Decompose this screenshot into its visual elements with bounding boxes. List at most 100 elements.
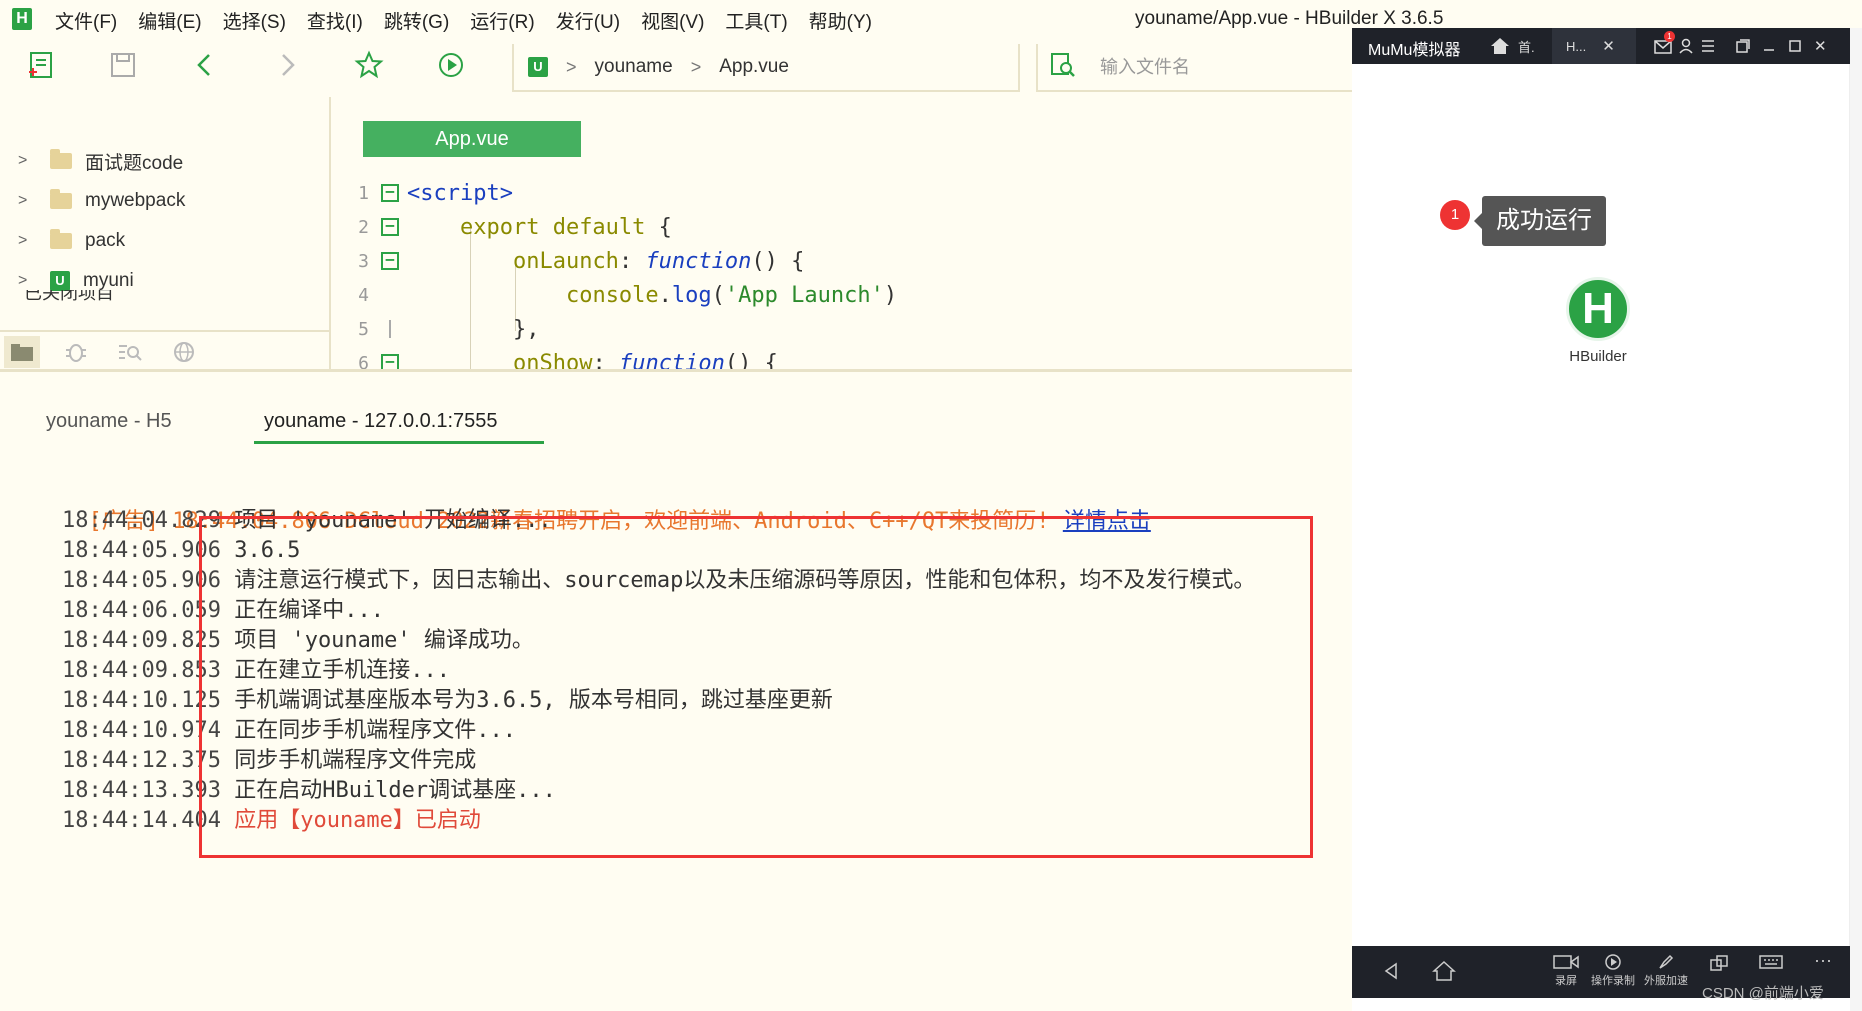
- tree-item-label: myuni: [83, 270, 134, 291]
- folder-icon: [50, 149, 72, 169]
- maximize-icon[interactable]: [1788, 28, 1802, 64]
- console-tab-device[interactable]: youname - 127.0.0.1:7555: [254, 410, 544, 444]
- hbuilder-logo-icon: H: [12, 8, 32, 30]
- menu-tools[interactable]: 工具(T): [725, 7, 787, 34]
- menu-goto[interactable]: 跳转(G): [384, 7, 449, 34]
- step-number-badge: 1: [1440, 200, 1470, 230]
- close-icon[interactable]: ✕: [1602, 37, 1615, 55]
- operation-record-button[interactable]: 操作录制: [1588, 954, 1638, 988]
- rocket-icon: [1659, 954, 1674, 969]
- tree-item-label: 面试题code: [85, 152, 184, 174]
- chevron-right-icon[interactable]: >: [18, 192, 34, 210]
- emulator-window: MuMu模拟器 首. H... ✕ 1 ✕ 1 成功运行 H HBuilder …: [1352, 28, 1862, 1011]
- multi-window-icon: [1710, 955, 1728, 971]
- chevron-right-icon[interactable]: >: [18, 152, 34, 170]
- code-line: 6 − onShow: function() {: [358, 350, 778, 371]
- chevron-right-icon[interactable]: >: [18, 272, 34, 290]
- forward-icon[interactable]: [270, 48, 304, 82]
- code-line: 3 − onLaunch: function() {: [358, 248, 805, 274]
- browser-icon[interactable]: [166, 336, 202, 368]
- breadcrumb-project[interactable]: youname: [595, 56, 673, 78]
- emulator-tab-hbuilder[interactable]: H... ✕: [1552, 28, 1636, 64]
- multi-window-button[interactable]: [1704, 954, 1734, 974]
- android-back-icon[interactable]: [1382, 962, 1400, 982]
- sidebar-tabs: [0, 330, 331, 370]
- closed-projects-label[interactable]: 已关闭项目: [24, 290, 114, 302]
- code-line: 4 console. log('App Launch'): [358, 282, 898, 308]
- favorite-star-icon[interactable]: [352, 48, 386, 82]
- home-icon: [1491, 38, 1509, 54]
- code-line: 5 },: [358, 316, 540, 342]
- restore-icon[interactable]: [1736, 28, 1750, 64]
- hbuilder-app-icon[interactable]: H: [1566, 277, 1630, 341]
- emulator-titlebar: MuMu模拟器 首. H... ✕ 1 ✕: [1352, 28, 1850, 64]
- chevron-right-icon: >: [690, 56, 702, 77]
- uni-project-icon: U: [50, 271, 70, 291]
- console-tab-h5[interactable]: youname - H5: [46, 410, 172, 433]
- mail-icon[interactable]: 1: [1654, 28, 1675, 64]
- tree-item-pack[interactable]: > pack: [18, 223, 125, 259]
- more-icon[interactable]: ···: [1808, 950, 1838, 971]
- fold-toggle-icon[interactable]: −: [381, 252, 399, 270]
- fold-toggle-icon[interactable]: −: [381, 218, 399, 236]
- record-screen-button[interactable]: 录屏: [1548, 954, 1584, 988]
- menu-icon[interactable]: [1700, 28, 1716, 64]
- save-icon[interactable]: [106, 48, 140, 82]
- ad-line: [广告] 18:44:04.806 DCloud 2022新春招聘开启，欢迎前端…: [62, 476, 1151, 534]
- keyboard-button[interactable]: [1756, 954, 1786, 972]
- menu-publish[interactable]: 发行(U): [556, 7, 620, 34]
- android-home-icon[interactable]: [1432, 960, 1456, 984]
- hbuilder-app-label: HBuilder: [1569, 348, 1627, 365]
- uni-project-icon: U: [528, 57, 548, 77]
- menu-view[interactable]: 视图(V): [641, 7, 704, 34]
- menu-select[interactable]: 选择(S): [223, 7, 286, 34]
- accelerate-button[interactable]: 外服加速: [1640, 954, 1692, 988]
- run-icon[interactable]: [434, 48, 468, 82]
- breadcrumb-file[interactable]: App.vue: [719, 56, 789, 78]
- back-icon[interactable]: [188, 48, 222, 82]
- emulator-tab-home[interactable]: 首.: [1490, 28, 1535, 64]
- window-title: youname/App.vue - HBuilder X 3.6.5: [1135, 8, 1444, 29]
- video-camera-icon: [1553, 955, 1579, 969]
- menu-find[interactable]: 查找(I): [307, 7, 363, 34]
- search-icon[interactable]: [112, 336, 148, 368]
- code-line: 2 − export default {: [358, 214, 672, 240]
- tree-item-label: pack: [85, 230, 126, 251]
- code-line: 1 − <script>: [358, 180, 513, 206]
- file-search: [1036, 44, 1352, 92]
- file-search-icon[interactable]: [1048, 50, 1078, 85]
- tree-item-interview-code[interactable]: > 面试题code: [18, 143, 183, 179]
- chevron-right-icon[interactable]: >: [18, 232, 34, 250]
- watermark: CSDN @前端小爱: [1702, 985, 1824, 1002]
- user-icon[interactable]: [1678, 28, 1694, 64]
- menu-bar: H 文件(F) 编辑(E) 选择(S) 查找(I) 跳转(G) 运行(R) 发行…: [0, 0, 1443, 40]
- menu-edit[interactable]: 编辑(E): [138, 7, 201, 34]
- highlight-annotation-box: [199, 516, 1313, 858]
- tree-item-mywebpack[interactable]: > mywebpack: [18, 183, 185, 219]
- notification-badge: 1: [1664, 31, 1675, 42]
- emulator-side-strip: [1850, 28, 1862, 1011]
- tree-item-label: mywebpack: [85, 190, 186, 211]
- menu-items: 文件(F) 编辑(E) 选择(S) 查找(I) 跳转(G) 运行(R) 发行(U…: [55, 0, 893, 40]
- chevron-right-icon: >: [566, 56, 577, 77]
- record-icon: [1605, 954, 1621, 970]
- keyboard-icon: [1759, 955, 1783, 969]
- minimize-icon[interactable]: [1762, 28, 1776, 64]
- menu-file[interactable]: 文件(F): [55, 7, 117, 34]
- file-search-input[interactable]: [1100, 56, 1320, 78]
- emulator-screen[interactable]: 1 成功运行 H HBuilder: [1352, 64, 1850, 946]
- project-icon[interactable]: [4, 336, 40, 368]
- new-file-icon[interactable]: [24, 48, 58, 82]
- emulator-title: MuMu模拟器: [1368, 42, 1461, 59]
- success-toast: 成功运行: [1482, 196, 1606, 246]
- folder-icon: [50, 189, 72, 209]
- close-icon[interactable]: ✕: [1814, 28, 1827, 64]
- folder-icon: [50, 229, 72, 249]
- code-editor[interactable]: App.vue 1 − <script> 2 − export default …: [331, 97, 1352, 371]
- breadcrumb: U > youname > App.vue: [512, 44, 1020, 92]
- editor-tab-app-vue[interactable]: App.vue: [363, 121, 581, 157]
- menu-run[interactable]: 运行(R): [470, 7, 534, 34]
- debug-icon[interactable]: [58, 336, 94, 368]
- menu-help[interactable]: 帮助(Y): [809, 7, 872, 34]
- fold-toggle-icon[interactable]: −: [381, 184, 399, 202]
